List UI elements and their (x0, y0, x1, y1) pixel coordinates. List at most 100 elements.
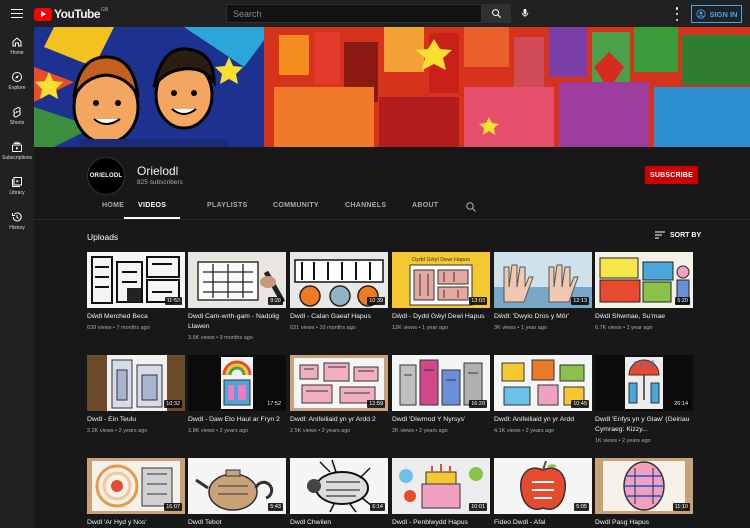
video-thumbnail[interactable]: 6:14 (290, 458, 388, 514)
video-card[interactable]: 26:14 Dwdl 'Enfys yn y Glaw' (Geiriau Cy… (595, 355, 693, 444)
video-thumbnail[interactable]: 9:28 (188, 252, 286, 308)
video-title[interactable]: Fideo Dwdl - Afal (494, 518, 592, 528)
tab-about[interactable]: ABOUT (412, 202, 438, 219)
sidebar-item-library[interactable]: Library (0, 176, 34, 196)
search-input[interactable]: Search (226, 4, 482, 23)
video-duration: 6:14 (370, 503, 385, 511)
video-title[interactable]: Dwdl Chwilen (290, 518, 388, 528)
video-card[interactable]: 17:52 Dwdl - Daw Eto Haul ar Fryn 2 3.8K… (188, 355, 286, 434)
video-card[interactable]: 9:28 Dwdl Cam-wrth-gam - Nadolig Llawen … (188, 252, 286, 341)
video-title[interactable]: Dwdl: Anifeiliaid yn yr Ardd 2 (290, 415, 388, 425)
video-title[interactable]: Dwdl - Calan Gaeaf Hapus (290, 312, 388, 322)
video-thumbnail[interactable]: 10:45 (494, 355, 592, 411)
mic-button[interactable] (518, 5, 532, 21)
video-duration: 17:52 (265, 400, 283, 408)
video-thumbnail[interactable]: 17:52 (188, 355, 286, 411)
sidebar-item-subscriptions[interactable]: Subscriptions (0, 141, 34, 161)
video-title[interactable]: Dwdl 'Ar Hyd y Nos' (87, 518, 185, 528)
video-title[interactable]: Dwdl Cam-wrth-gam - Nadolig Llawen (188, 312, 286, 332)
video-thumbnail[interactable]: 5:43 (188, 458, 286, 514)
sign-in-button[interactable]: SIGN IN (691, 5, 742, 23)
video-card[interactable]: 6:14 Dwdl Chwilen (290, 458, 388, 528)
video-title[interactable]: Dŵdl: 'Dwylo Dros y Môr' (494, 312, 592, 322)
video-card[interactable]: 10:39 Dwdl - Calan Gaeaf Hapus 631 views… (290, 252, 388, 331)
video-duration: 16:07 (164, 503, 182, 511)
search-icon (492, 9, 502, 19)
video-title[interactable]: Dwdl Pasg Hapus (595, 518, 693, 528)
video-card[interactable]: 10:45 Dwdl: Anifeiliaid yn yr Ardd 4.1K … (494, 355, 592, 434)
video-card[interactable]: Dydd Gŵyl Dewi Hapus 13:03 Dŵdl - Dydd G… (392, 252, 490, 331)
video-title[interactable]: Dŵdl Merched Beca (87, 312, 185, 322)
video-thumbnail[interactable]: 16:07 (87, 458, 185, 514)
shorts-icon (13, 107, 21, 118)
video-duration: 10:45 (571, 400, 589, 408)
video-card[interactable]: 12:13 Dŵdl: 'Dwylo Dros y Môr' 3K views … (494, 252, 592, 331)
video-title[interactable]: Dŵdl - Dydd Gŵyl Dewi Hapus (392, 312, 490, 322)
menu-icon[interactable] (9, 6, 25, 20)
youtube-logo[interactable]: YouTube GB (34, 7, 108, 21)
video-title[interactable]: Dwdl - Ein Teulu (87, 415, 185, 425)
tab-community[interactable]: COMMUNITY (273, 202, 319, 219)
video-card[interactable]: 5:05 Fideo Dwdl - Afal (494, 458, 592, 528)
sidebar-item-label: Explore (8, 85, 26, 91)
channel-search-icon[interactable] (465, 201, 477, 213)
video-title[interactable]: Dwdl: Anifeiliaid yn yr Ardd (494, 415, 592, 425)
video-thumbnail[interactable]: 26:14 (595, 355, 693, 411)
video-meta: 639 views • 7 months ago (87, 325, 150, 331)
video-card[interactable]: 5:43 Dwdl Tebot (188, 458, 286, 528)
video-card[interactable]: 10:32 Dwdl - Ein Teulu 2.2K views • 2 ye… (87, 355, 185, 434)
logo-text: YouTube (54, 7, 101, 21)
video-duration: 5:43 (268, 503, 283, 511)
video-title[interactable]: Dwdl - Penblwydd Hapus (392, 518, 490, 528)
video-card[interactable]: 12:59 Dwdl: Anifeiliaid yn yr Ardd 2 2.5… (290, 355, 388, 434)
account-icon (695, 9, 706, 19)
video-thumbnail[interactable]: 12:13 (494, 252, 592, 308)
video-title[interactable]: Dwdl Tebot (188, 518, 286, 528)
sidebar-item-shorts[interactable]: Shorts (0, 106, 34, 126)
video-thumbnail[interactable]: 10:39 (290, 252, 388, 308)
compass-icon (12, 72, 22, 82)
section-title: Uploads (87, 232, 119, 242)
tab-videos[interactable]: VIDEOS (124, 202, 181, 219)
video-thumbnail[interactable]: 10:32 (87, 355, 185, 411)
video-meta: 1K views • 2 years ago (595, 438, 651, 444)
tab-playlists[interactable]: PLAYLISTS (207, 202, 248, 219)
youtube-play-icon (34, 7, 52, 21)
tab-channels[interactable]: CHANNELS (345, 202, 386, 219)
search-button[interactable] (482, 4, 511, 23)
video-title[interactable]: Dwdl 'Enfys yn y Glaw' (Geiriau Cymraeg:… (595, 415, 693, 435)
video-thumbnail[interactable]: 11:10 (595, 458, 693, 514)
video-card[interactable]: 10:01 Dwdl - Penblwydd Hapus (392, 458, 490, 528)
sort-by-button[interactable]: SORT BY (655, 231, 701, 239)
home-icon (12, 37, 22, 47)
subscribe-button[interactable]: SUBSCRIBE (645, 166, 698, 184)
video-thumbnail[interactable]: 11:53 (87, 252, 185, 308)
video-thumbnail[interactable]: 10:01 (392, 458, 490, 514)
video-meta: 631 views • 10 months ago (290, 325, 356, 331)
video-thumbnail[interactable]: Dydd Gŵyl Dewi Hapus 13:03 (392, 252, 490, 308)
video-duration: 10:39 (367, 297, 385, 305)
channel-header: ORIELODL Orielodl 825 subscribers SUBSCR… (34, 147, 750, 219)
video-card[interactable]: 11:53 Dŵdl Merched Beca 639 views • 7 mo… (87, 252, 185, 331)
tab-home[interactable]: HOME (102, 202, 124, 219)
video-meta: 2.2K views • 2 years ago (87, 428, 148, 434)
video-thumbnail[interactable]: 5:05 (494, 458, 592, 514)
video-thumbnail[interactable]: 12:59 (290, 355, 388, 411)
sidebar-item-history[interactable]: History (0, 211, 34, 231)
video-title[interactable]: Dŵdl Shwmae, Su'mae (595, 312, 693, 322)
video-duration: 10:32 (164, 400, 182, 408)
video-title[interactable]: Dwdl - Daw Eto Haul ar Fryn 2 (188, 415, 286, 425)
video-thumbnail[interactable]: 5:20 (595, 252, 693, 308)
more-vert-icon[interactable] (671, 7, 683, 21)
video-thumbnail[interactable]: 16:20 (392, 355, 490, 411)
video-duration: 13:03 (469, 297, 487, 305)
video-title[interactable]: Dwdl 'Diwrnod Y Nyrsys' (392, 415, 490, 425)
thumbnail-caption: Dydd Gŵyl Dewi Hapus (412, 257, 470, 263)
avatar[interactable]: ORIELODL (87, 157, 125, 195)
video-card[interactable]: 11:10 Dwdl Pasg Hapus (595, 458, 693, 528)
video-card[interactable]: 16:07 Dwdl 'Ar Hyd y Nos' (87, 458, 185, 528)
video-card[interactable]: 16:20 Dwdl 'Diwrnod Y Nyrsys' 2K views •… (392, 355, 490, 434)
sidebar-item-home[interactable]: Home (0, 36, 34, 56)
video-card[interactable]: 5:20 Dŵdl Shwmae, Su'mae 6.7K views • 1 … (595, 252, 693, 331)
sidebar-item-explore[interactable]: Explore (0, 71, 34, 91)
